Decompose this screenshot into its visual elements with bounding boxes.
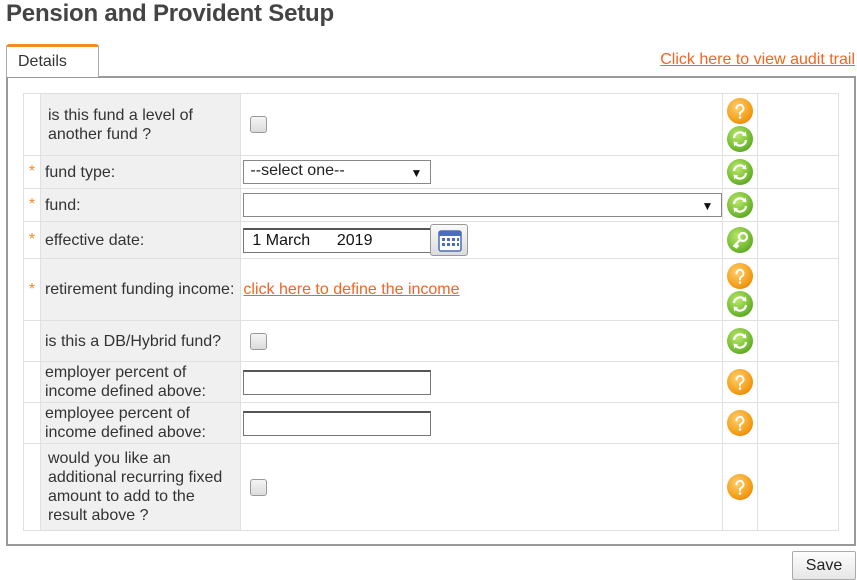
define-income-link[interactable]: click here to define the income (243, 281, 459, 298)
chevron-down-icon: ▼ (410, 166, 423, 180)
calendar-button[interactable] (430, 224, 469, 256)
required-marker: * (23, 188, 41, 222)
form-row-db-hybrid: is this a DB/Hybrid fund? (23, 320, 839, 362)
details-panel: is this fund a level of another fund ? *… (6, 76, 856, 546)
field-label: would you like an additional recurring f… (39, 443, 242, 531)
required-marker (23, 93, 41, 156)
employer-percent-input[interactable] (243, 369, 432, 395)
field-label: employee percent of income defined above… (39, 402, 242, 444)
fund-type-select[interactable]: --select one-- ▼ (243, 160, 432, 184)
level-of-fund-checkbox[interactable] (250, 116, 268, 133)
employee-percent-input[interactable] (243, 410, 432, 436)
form-row-fund: * fund: ▼ (23, 188, 839, 222)
field-label: is this fund a level of another fund ? (39, 93, 242, 156)
fund-select[interactable]: ▼ (243, 193, 723, 217)
page-title: Pension and Provident Setup (6, 0, 334, 27)
tab-details[interactable]: Details (6, 44, 99, 77)
refresh-icon[interactable] (727, 328, 754, 354)
form-row-employee-percent: employee percent of income defined above… (23, 402, 839, 444)
effective-date-input[interactable]: 1 March 2019 (243, 227, 432, 253)
save-button[interactable]: Save (792, 551, 856, 580)
refresh-icon[interactable] (727, 290, 754, 317)
form-row-retirement-income: * retirement funding income: click here … (23, 258, 839, 321)
setup-form: is this fund a level of another fund ? *… (23, 93, 839, 531)
required-marker: * (23, 155, 41, 189)
form-row-employer-percent: employer percent of income defined above… (23, 361, 839, 403)
help-icon[interactable] (727, 410, 754, 436)
form-row-level-of-fund: is this fund a level of another fund ? (23, 93, 839, 156)
additional-fixed-checkbox[interactable] (250, 478, 268, 496)
required-marker: * (23, 258, 41, 321)
field-label: fund type: (39, 155, 242, 189)
db-hybrid-checkbox[interactable] (250, 332, 268, 350)
required-marker (23, 320, 41, 362)
form-row-fund-type: * fund type: --select one-- ▼ (23, 155, 839, 189)
field-label: employer percent of income defined above… (39, 361, 242, 403)
field-label: effective date: (39, 221, 242, 259)
form-row-effective-date: * effective date: 1 March 2019 (23, 221, 839, 259)
required-marker (23, 361, 41, 403)
required-marker (23, 402, 41, 444)
form-row-additional-fixed: would you like an additional recurring f… (23, 443, 839, 531)
calendar-icon (438, 230, 463, 252)
audit-trail-link[interactable]: Click here to view audit trail (660, 51, 855, 69)
required-marker: * (23, 221, 41, 259)
chevron-down-icon: ▼ (701, 199, 714, 213)
help-icon[interactable] (727, 97, 754, 124)
help-icon[interactable] (727, 474, 754, 500)
field-label: fund: (39, 188, 242, 222)
required-marker (23, 443, 41, 531)
fund-type-value: --select one-- (250, 162, 345, 179)
refresh-icon[interactable] (727, 192, 754, 218)
refresh-icon[interactable] (727, 125, 754, 152)
field-label: retirement funding income: (39, 258, 242, 321)
help-icon[interactable] (727, 262, 754, 289)
help-icon[interactable] (727, 369, 754, 395)
key-icon[interactable] (727, 227, 754, 253)
field-label: is this a DB/Hybrid fund? (39, 320, 242, 362)
refresh-icon[interactable] (727, 159, 754, 185)
